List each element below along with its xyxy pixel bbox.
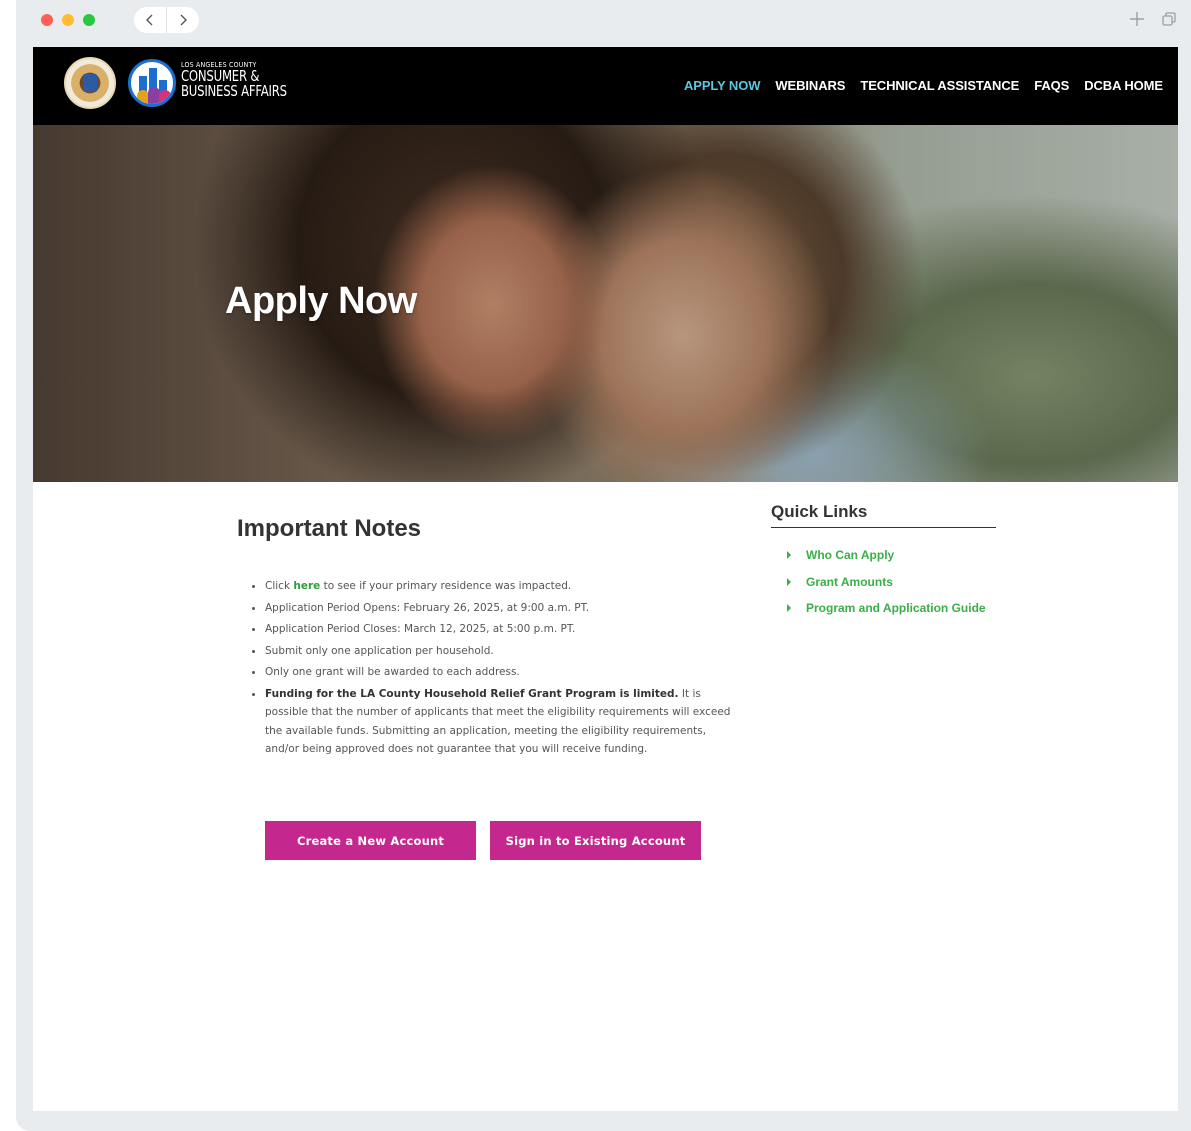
caret-right-icon <box>787 551 791 559</box>
nav-faqs[interactable]: FAQS <box>1034 78 1069 93</box>
web-page: LOS ANGELES COUNTY CONSUMER & BUSINESS A… <box>33 47 1178 1111</box>
person-shape <box>159 90 171 104</box>
note-text: Click <box>265 580 294 592</box>
quick-link-label: Grant Amounts <box>806 574 893 589</box>
dcba-logo[interactable] <box>128 59 176 107</box>
quick-link-program-guide[interactable]: Program and Application Guide <box>787 601 986 615</box>
create-account-button[interactable]: Create a New Account <box>265 821 476 860</box>
close-window-button[interactable] <box>41 14 53 26</box>
hero-banner: Apply Now <box>33 125 1178 482</box>
funding-limited-note: Funding for the LA County Household Reli… <box>265 687 679 700</box>
forward-button[interactable] <box>167 7 199 33</box>
list-item: Funding for the LA County Household Reli… <box>252 685 735 759</box>
quick-links-heading: Quick Links <box>771 502 996 528</box>
window-restore-button[interactable] <box>1161 11 1177 32</box>
plus-icon <box>1130 12 1144 26</box>
minimize-window-button[interactable] <box>62 14 74 26</box>
window-restore-icon <box>1162 12 1176 26</box>
nav-dcba-home[interactable]: DCBA HOME <box>1084 78 1163 93</box>
back-button[interactable] <box>134 7 166 33</box>
browser-window: LOS ANGELES COUNTY CONSUMER & BUSINESS A… <box>16 0 1191 1131</box>
brand-text[interactable]: LOS ANGELES COUNTY CONSUMER & BUSINESS A… <box>181 61 317 99</box>
hero-title: Apply Now <box>225 280 417 322</box>
nav-apply-now[interactable]: APPLY NOW <box>684 78 761 93</box>
important-notes-list: Click here to see if your primary reside… <box>252 577 735 762</box>
browser-chrome <box>16 0 1191 44</box>
caret-right-icon <box>787 577 791 586</box>
maximize-window-button[interactable] <box>83 14 95 26</box>
list-item: Application Period Closes: March 12, 202… <box>252 620 735 639</box>
quick-link-label: Program and Application Guide <box>806 601 986 615</box>
quick-link-label: Who Can Apply <box>806 548 895 562</box>
impacted-residence-link[interactable]: here <box>293 580 320 592</box>
chevron-right-icon <box>180 14 187 26</box>
quick-link-grant-amounts[interactable]: Grant Amounts <box>787 575 986 589</box>
quick-links-list: Who Can Apply Grant Amounts Program and … <box>787 548 986 628</box>
nav-technical-assistance[interactable]: TECHNICAL ASSISTANCE <box>860 78 1019 93</box>
county-seal-logo[interactable] <box>64 57 116 109</box>
quick-link-who-can-apply[interactable]: Who Can Apply <box>787 548 986 562</box>
brand-line-2: BUSINESS AFFAIRS <box>181 82 287 100</box>
list-item: Submit only one application per househol… <box>252 642 735 661</box>
list-item: Application Period Opens: February 26, 2… <box>252 599 735 618</box>
note-text: to see if your primary residence was imp… <box>320 580 572 592</box>
sign-in-button[interactable]: Sign in to Existing Account <box>490 821 701 860</box>
list-item: Click here to see if your primary reside… <box>252 577 735 596</box>
chrome-actions <box>1129 11 1177 32</box>
history-nav <box>134 7 199 33</box>
nav-webinars[interactable]: WEBINARS <box>775 78 845 93</box>
new-tab-button[interactable] <box>1129 11 1145 32</box>
important-notes-heading: Important Notes <box>237 515 422 542</box>
caret-right-icon <box>787 604 791 612</box>
site-header: LOS ANGELES COUNTY CONSUMER & BUSINESS A… <box>33 47 1178 125</box>
list-item: Only one grant will be awarded to each a… <box>252 663 735 682</box>
main-nav: APPLY NOW WEBINARS TECHNICAL ASSISTANCE … <box>684 78 1163 93</box>
chevron-left-icon <box>146 14 153 26</box>
